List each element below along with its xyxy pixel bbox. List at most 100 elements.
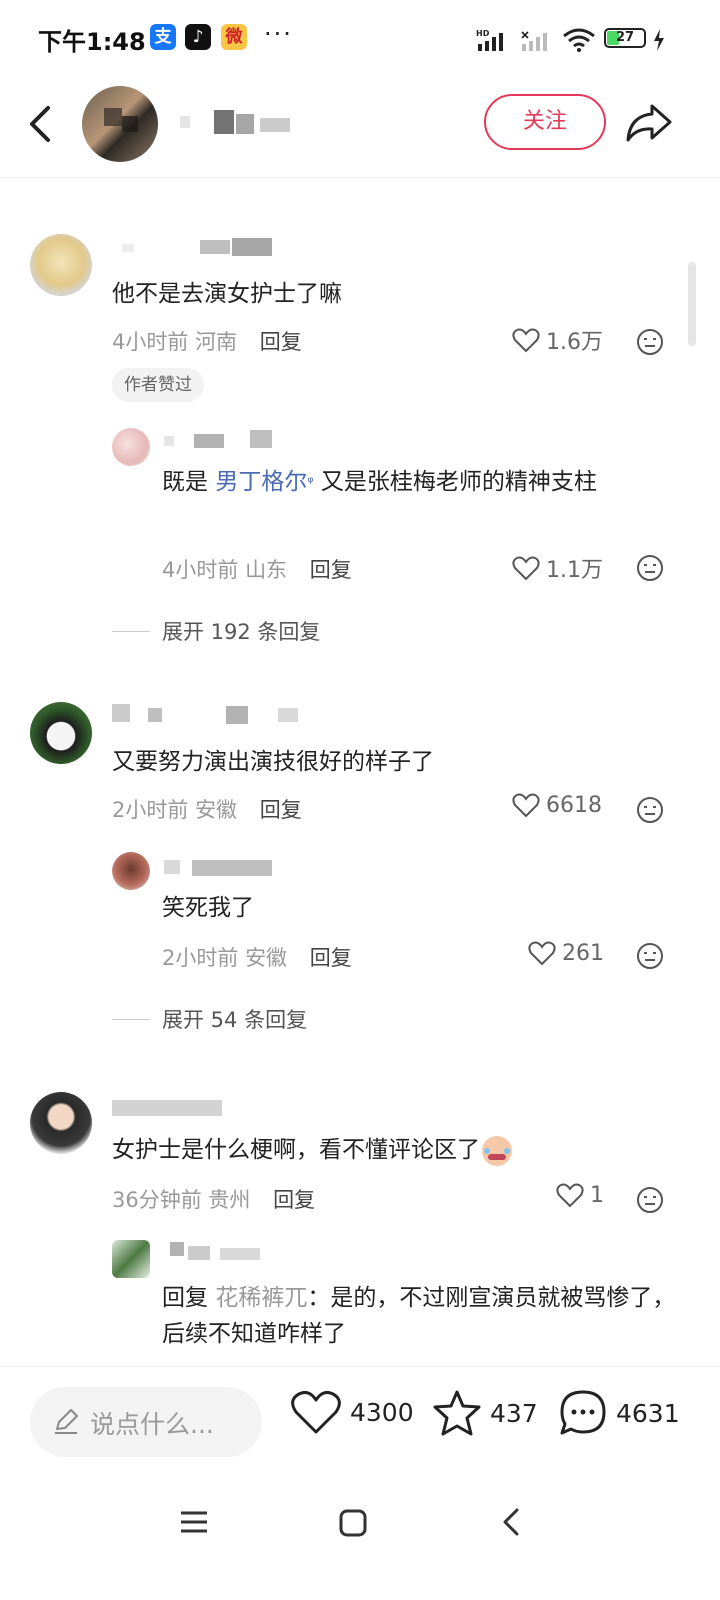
comment-time: 36分钟前 <box>112 1188 202 1212</box>
alipay-icon: 支 <box>150 24 176 50</box>
menu-nav-icon[interactable] <box>178 1506 210 1538</box>
comment-location: 河南 <box>195 330 238 354</box>
weibo-icon: 微 <box>221 24 247 50</box>
comment-time: 2小时前 <box>112 798 189 822</box>
like-button[interactable]: 6618 <box>512 792 602 818</box>
commenter-avatar[interactable] <box>30 702 92 764</box>
heart-icon <box>512 328 540 353</box>
signal-icon: HD <box>476 29 503 51</box>
emoji-react-icon[interactable] <box>636 942 664 970</box>
comment-input-placeholder: 说点什么... <box>90 1410 214 1439</box>
comment-location: 贵州 <box>208 1188 251 1212</box>
author-liked-badge: 作者赞过 <box>112 368 204 402</box>
reply-button[interactable]: 回复 <box>310 946 352 970</box>
heart-icon <box>291 1391 341 1434</box>
like-button[interactable]: 261 <box>528 940 604 966</box>
replier-name-redacted[interactable] <box>164 428 284 452</box>
reply-meta: 4小时前 山东 回复 <box>162 554 352 584</box>
comment-text: 又要努力演出演技很好的样子了 <box>112 749 434 775</box>
author-avatar[interactable] <box>82 86 158 162</box>
expand-replies-button[interactable]: 展开 54 条回复 <box>112 1004 307 1034</box>
scrollbar[interactable] <box>688 262 696 346</box>
svg-text:HD: HD <box>476 29 490 38</box>
commenter-avatar[interactable] <box>30 1092 92 1154</box>
battery-icon: 27 <box>604 28 646 48</box>
replier-avatar[interactable] <box>112 428 150 466</box>
star-icon <box>433 1390 481 1436</box>
back-nav-icon[interactable] <box>496 1506 528 1538</box>
commenter-name-redacted[interactable] <box>112 236 312 260</box>
comment-input[interactable]: 说点什么... <box>30 1387 262 1457</box>
like-count: 1.1万 <box>546 558 603 583</box>
comment-text: 女护士是什么梗啊，看不懂评论区了 <box>112 1132 512 1168</box>
home-nav-icon[interactable] <box>336 1506 370 1540</box>
signal-2-icon <box>521 31 547 51</box>
reply-button[interactable]: 回复 <box>260 798 302 822</box>
comment-location: 安徽 <box>195 798 238 822</box>
reply-meta: 2小时前 安徽 回复 <box>162 942 352 972</box>
reply-prefix: 回复 <box>162 1285 208 1311</box>
replier-name-redacted[interactable] <box>164 1240 284 1264</box>
emoji-react-icon[interactable] <box>636 328 664 356</box>
status-time: 下午1:48 <box>38 28 146 56</box>
pencil-icon <box>55 1409 78 1434</box>
comment-meta: 4小时前 河南 回复 <box>112 326 302 356</box>
wifi-icon <box>563 28 595 52</box>
replier-avatar[interactable] <box>112 852 150 890</box>
like-button[interactable]: 1.1万 <box>512 552 603 584</box>
reply-text: 回复 花稀裤兀：是的，不过刚宣演员就被骂惨了，后续不知道咋样了 <box>162 1285 676 1347</box>
status-indicators: HD 27 <box>476 24 700 52</box>
bottom-action-bar: 说点什么... 4300 437 4631 <box>0 1366 720 1476</box>
reply-location: 安徽 <box>245 946 288 970</box>
post-comment-button[interactable]: 4631 <box>558 1389 680 1437</box>
comment-time: 4小时前 <box>112 330 189 354</box>
author-name-redacted[interactable] <box>180 108 300 138</box>
heart-icon <box>512 793 540 818</box>
post-collect-count: 437 <box>490 1398 538 1428</box>
like-count: 1.6万 <box>546 330 603 355</box>
post-collect-button[interactable]: 437 <box>432 1389 538 1437</box>
like-button[interactable]: 1 <box>556 1182 604 1208</box>
tiktok-icon: ♪ <box>185 24 211 50</box>
reply-location: 山东 <box>245 558 288 582</box>
commenter-name-redacted[interactable] <box>112 1094 242 1118</box>
emoji-react-icon[interactable] <box>636 554 664 582</box>
reply-time: 4小时前 <box>162 558 239 582</box>
heart-icon <box>528 941 556 966</box>
replier-avatar[interactable] <box>112 1240 150 1278</box>
comment-meta: 36分钟前 贵州 回复 <box>112 1184 315 1214</box>
post-like-count: 4300 <box>350 1397 414 1427</box>
post-header: 关注 <box>0 72 720 178</box>
expand-replies-button[interactable]: 展开 192 条回复 <box>112 616 320 646</box>
follow-button[interactable]: 关注 <box>484 94 606 150</box>
status-bar: 下午1:48 支 ♪ 微 ··· HD 27 <box>0 0 720 72</box>
like-count: 1 <box>590 1182 604 1208</box>
commenter-avatar[interactable] <box>30 234 92 296</box>
reply-text: 既是 男丁格尔ᵠ 又是张桂梅老师的精神支柱 <box>162 469 597 495</box>
reply-button[interactable]: 回复 <box>273 1188 315 1212</box>
comment-text: 他不是去演女护士了嘛 <box>112 281 342 307</box>
back-button[interactable] <box>22 100 62 148</box>
emoji-react-icon[interactable] <box>636 1186 664 1214</box>
like-button[interactable]: 1.6万 <box>512 324 603 356</box>
battery-level: 27 <box>615 30 635 45</box>
heart-icon <box>556 1183 584 1208</box>
share-button[interactable] <box>624 100 674 146</box>
topic-link[interactable]: 男丁格尔 <box>215 469 307 495</box>
system-nav-bar <box>0 1476 720 1600</box>
emoji-react-icon[interactable] <box>636 796 664 824</box>
post-like-button[interactable]: 4300 <box>290 1389 414 1435</box>
laughing-crying-emoji-icon <box>482 1135 512 1166</box>
reply-text: 笑死我了 <box>162 895 254 921</box>
charging-icon <box>654 29 664 51</box>
reply-button[interactable]: 回复 <box>310 558 352 582</box>
reply-to-username[interactable]: 花稀裤兀 <box>215 1285 307 1311</box>
reply-button[interactable]: 回复 <box>260 330 302 354</box>
replier-name-redacted[interactable] <box>164 854 284 878</box>
post-comment-count: 4631 <box>616 1398 680 1428</box>
commenter-name-redacted[interactable] <box>112 702 312 726</box>
more-notifications-icon: ··· <box>264 20 293 48</box>
heart-icon <box>512 556 540 581</box>
like-count: 261 <box>562 940 604 966</box>
comment-bubble-icon <box>560 1390 606 1435</box>
